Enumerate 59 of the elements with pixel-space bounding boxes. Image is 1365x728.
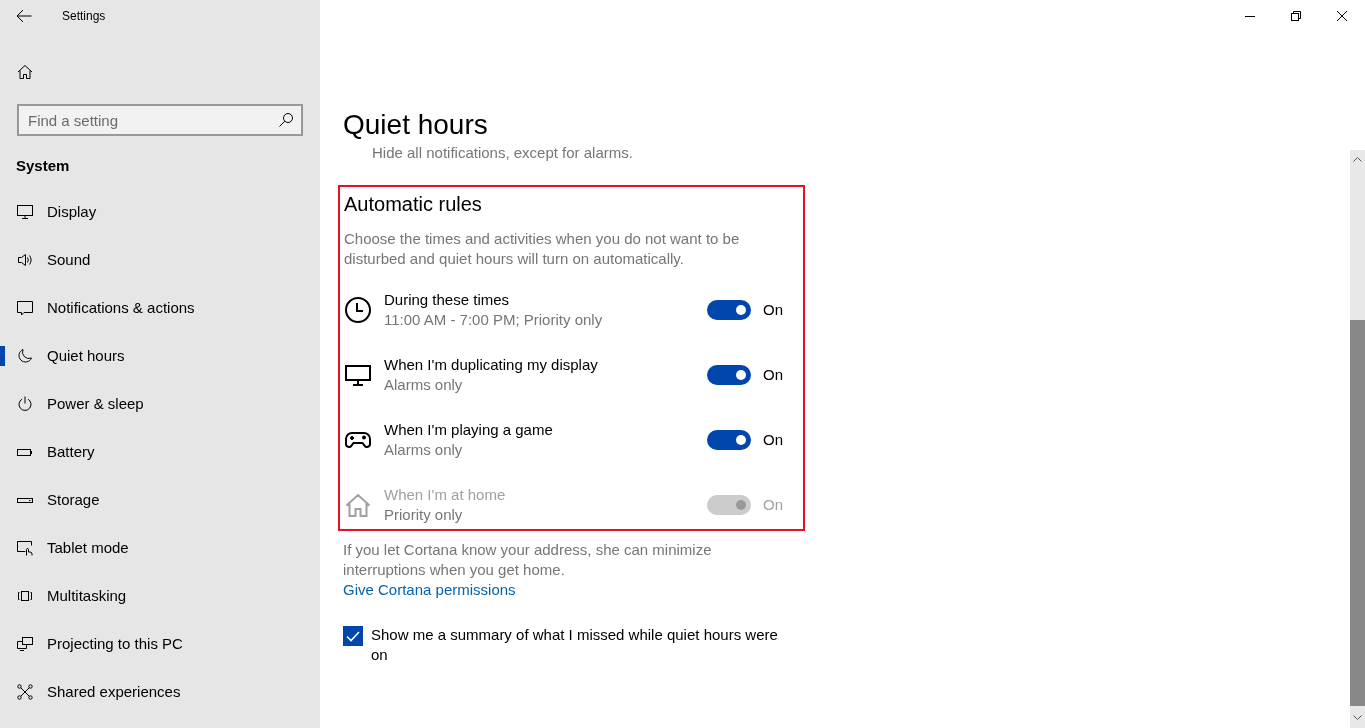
rule-subtitle: Priority only bbox=[384, 505, 463, 525]
checkmark-icon bbox=[346, 630, 360, 642]
rule-subtitle: 11:00 AM - 7:00 PM; Priority only bbox=[384, 310, 603, 330]
house-icon bbox=[345, 492, 371, 518]
rule-subtitle: Alarms only bbox=[384, 440, 463, 460]
permissions-link[interactable]: Give Cortana permissions bbox=[343, 580, 516, 600]
window-title: Settings bbox=[62, 8, 106, 24]
scrollbar[interactable] bbox=[1350, 150, 1365, 728]
page-title: Quiet hours bbox=[343, 108, 488, 142]
back-arrow-icon bbox=[16, 8, 32, 24]
nav-item[interactable]: Quiet hours bbox=[0, 332, 320, 380]
nav-item[interactable]: Tablet mode bbox=[0, 524, 320, 572]
section-heading: System bbox=[15, 156, 70, 176]
two-screens-icon bbox=[17, 636, 33, 652]
nav-item[interactable]: Multitasking bbox=[0, 572, 320, 620]
toggle-state-label: On bbox=[762, 430, 784, 450]
search-field[interactable]: Find a setting bbox=[17, 104, 303, 136]
nav-item[interactable]: Sound bbox=[0, 236, 320, 284]
monitor-icon bbox=[345, 362, 371, 388]
speech-bubble-icon bbox=[17, 300, 33, 316]
moon-icon bbox=[17, 348, 33, 364]
chevron-up-icon bbox=[1353, 156, 1362, 162]
nav-item[interactable]: Power & sleep bbox=[0, 380, 320, 428]
toggle-state-label: On bbox=[762, 300, 784, 320]
speaker-icon bbox=[17, 252, 33, 268]
nav-item[interactable]: Shared experiences bbox=[0, 668, 320, 716]
nav-item[interactable]: Notifications & actions bbox=[0, 284, 320, 332]
intro-text: Hide all notifications, except for alarms. bbox=[371, 143, 633, 163]
toggle-switch[interactable] bbox=[707, 430, 751, 450]
monitor-icon bbox=[17, 204, 33, 220]
section-description: Choose the times and activities when you do not want to be disturbed and quiet hours will turn on automatically. bbox=[344, 229, 741, 269]
chevron-down-icon bbox=[1353, 714, 1362, 720]
network-nodes-icon bbox=[17, 684, 33, 700]
tablet-hand-icon bbox=[17, 540, 33, 556]
power-icon bbox=[17, 396, 33, 412]
nav-item[interactable]: Display bbox=[0, 188, 320, 236]
rule-subtitle: Alarms only bbox=[384, 375, 463, 395]
nav-item[interactable]: Battery bbox=[0, 428, 320, 476]
home-icon bbox=[17, 64, 33, 80]
close-icon bbox=[1337, 11, 1347, 21]
nav-item[interactable]: Projecting to this PC bbox=[0, 620, 320, 668]
restore-icon bbox=[1291, 11, 1301, 21]
rule-title: During these times bbox=[384, 290, 510, 310]
checkbox[interactable] bbox=[343, 626, 363, 646]
toggle-switch[interactable] bbox=[707, 300, 751, 320]
rule-title: When I'm playing a game bbox=[384, 420, 553, 440]
search-icon bbox=[278, 112, 294, 128]
clock-icon bbox=[345, 297, 371, 323]
scrollbar-thumb[interactable] bbox=[1350, 320, 1365, 706]
nav-item[interactable]: Storage bbox=[0, 476, 320, 524]
rule-title: When I'm at home bbox=[384, 485, 506, 505]
toggle-state-label: On bbox=[762, 365, 784, 385]
checkbox-label: Show me a summary of what I missed while quiet hours were on bbox=[370, 625, 779, 665]
info-text: If you let Cortana know your address, she can minimize interruptions when you get home. bbox=[343, 540, 713, 580]
window-brackets-icon bbox=[17, 588, 33, 604]
section-title: Automatic rules bbox=[344, 192, 483, 217]
toggle-state-label: On bbox=[762, 495, 784, 515]
rule-title: When I'm duplicating my display bbox=[384, 355, 598, 375]
toggle-switch[interactable] bbox=[707, 365, 751, 385]
